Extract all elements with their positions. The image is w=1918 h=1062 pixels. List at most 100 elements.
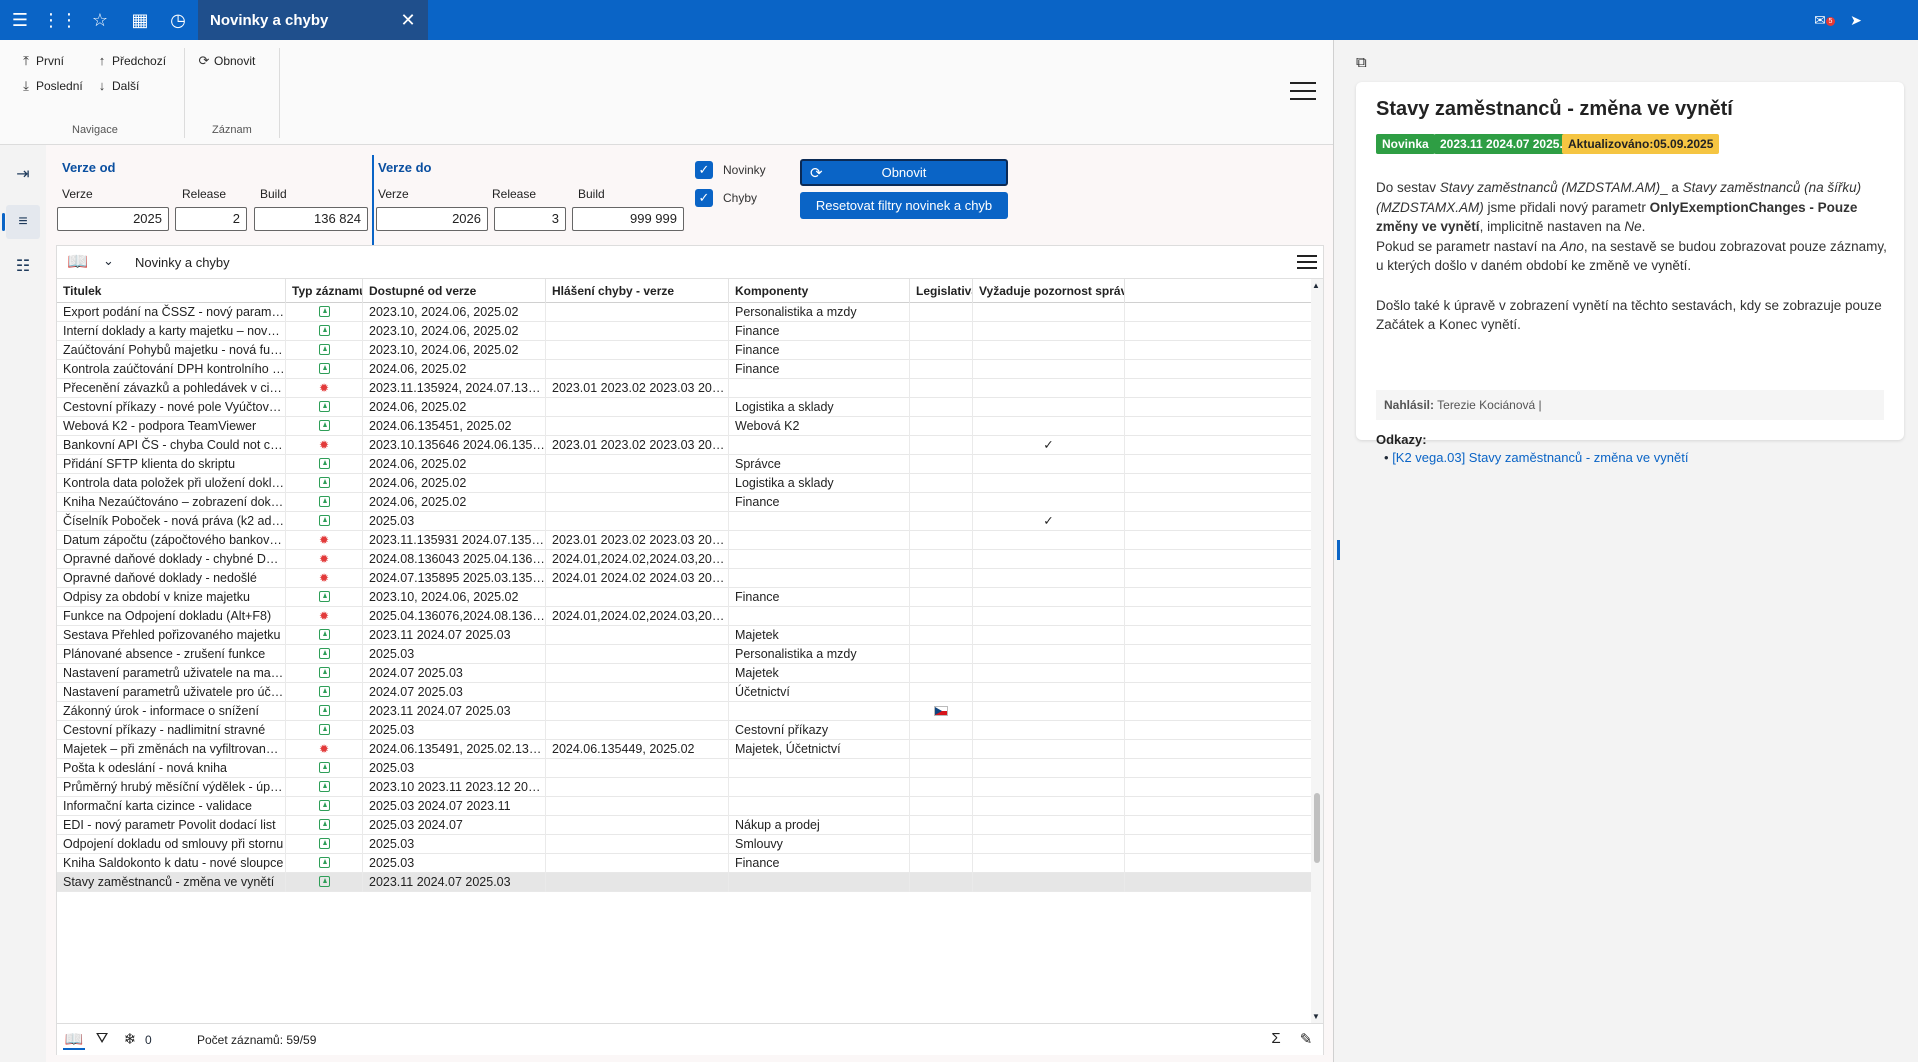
table-row[interactable]: Cestovní příkazy - nové pole Vyúčtování 2… xyxy=(57,398,1313,417)
table-row[interactable]: Kontrola zaúčtování DPH kontrolního hláš… xyxy=(57,360,1313,379)
checkbox-novinky[interactable]: ✓ xyxy=(695,161,713,179)
cell-bug-version xyxy=(546,683,729,702)
from-release-input[interactable]: 2 xyxy=(175,207,247,231)
cell-bug-version xyxy=(546,322,729,341)
table-row[interactable]: Webová K2 - podpora TeamViewer 2024.06.13… xyxy=(57,417,1313,436)
table-row[interactable]: Kniha Nezaúčtováno – zobrazení dokladů 20… xyxy=(57,493,1313,512)
apps-icon[interactable]: ⋮⋮ xyxy=(40,0,80,40)
table-row[interactable]: Funkce na Odpojení dokladu (Alt+F8) ✹ 2025… xyxy=(57,607,1313,626)
table-row[interactable]: Interní doklady a karty majetku – nová p… xyxy=(57,322,1313,341)
table-row[interactable]: Přecenění závazků a pohledávek v cizí mě… xyxy=(57,379,1313,398)
tab-novinky-a-chyby[interactable]: Novinky a chyby ✕ xyxy=(198,0,428,40)
book-icon[interactable]: 📖 xyxy=(63,1030,85,1050)
book-icon[interactable]: 📖 xyxy=(67,252,88,272)
bug-icon: ✹ xyxy=(318,381,330,395)
to-verze-input[interactable]: 2026 xyxy=(376,207,488,231)
col-header-dostupne[interactable]: Dostupné od verze xyxy=(363,279,546,303)
open-external-icon[interactable]: ⧉ xyxy=(1356,54,1367,71)
from-build-input[interactable]: 136 824 xyxy=(254,207,368,231)
table-row[interactable]: Majetek – při změnách na vyfiltrovaném s… xyxy=(57,740,1313,759)
table-row[interactable]: Opravné daňové doklady - nedošlé ✹ 2024.07… xyxy=(57,569,1313,588)
from-verze-input[interactable]: 2025 xyxy=(57,207,169,231)
collapse-panel-icon[interactable]: ⇥ xyxy=(6,157,40,191)
checkbox-chyby[interactable]: ✓ xyxy=(695,189,713,207)
to-build-input[interactable]: 999 999 xyxy=(572,207,684,231)
first-button[interactable]: ⤒ První xyxy=(20,53,64,69)
cell-attention xyxy=(973,873,1125,892)
refresh-button[interactable]: ⟳ Obnovit xyxy=(800,159,1008,186)
menu-icon[interactable]: ☰ xyxy=(0,0,40,40)
table-row[interactable]: Pošta k odeslání - nová kniha 2025.03 xyxy=(57,759,1313,778)
col-header-pozornost[interactable]: Vyžaduje pozornost správce xyxy=(973,279,1125,303)
cell-bug-version xyxy=(546,626,729,645)
table-row[interactable]: Zaúčtování Pohybů majetku - nová funkce 2… xyxy=(57,341,1313,360)
table-row[interactable]: EDI - nový parametr Povolit dodací list 2… xyxy=(57,816,1313,835)
detail-link[interactable]: [K2 vega.03] Stavy zaměstnanců - změna v… xyxy=(1392,450,1688,465)
arrow-right-icon[interactable]: ➤ xyxy=(1846,10,1866,30)
table-row[interactable]: Přidání SFTP klienta do skriptu 2024.06, … xyxy=(57,455,1313,474)
table-row[interactable]: Plánované absence - zrušení funkce 2025.0… xyxy=(57,645,1313,664)
table-row[interactable]: Cestovní příkazy - nadlimitní stravné 202… xyxy=(57,721,1313,740)
col-header-typ[interactable]: Typ záznamu xyxy=(286,279,363,303)
col-header-komponenty[interactable]: Komponenty xyxy=(729,279,910,303)
calendar-icon[interactable]: ▦ xyxy=(120,0,160,40)
grid-header: 📖 ⌄ Novinky a chyby xyxy=(57,246,1323,279)
splitter-handle[interactable] xyxy=(1337,540,1340,560)
previous-button[interactable]: ↑ Předchozí xyxy=(96,53,166,68)
table-row[interactable]: Nastavení parametrů uživatele na majetku… xyxy=(57,664,1313,683)
cell-attention xyxy=(973,645,1125,664)
edit-icon[interactable]: ✎ xyxy=(1295,1030,1317,1050)
close-icon[interactable]: ✕ xyxy=(398,10,418,30)
badge: Novinka xyxy=(1376,134,1435,154)
table-row[interactable]: Datum zápočtu (zápočtového bankovního vý… xyxy=(57,531,1313,550)
table-row[interactable]: Průměrný hrubý měsíční výdělek - úprava 2… xyxy=(57,778,1313,797)
cell-version: 2023.10 2023.11 2023.12 2024.06 2024.07 xyxy=(363,778,546,797)
news-icon xyxy=(318,762,330,773)
cell-legislation xyxy=(910,417,973,436)
scrollbar-thumb[interactable] xyxy=(1314,792,1320,863)
col-header-hlaseni[interactable]: Hlášení chyby - verze xyxy=(546,279,729,303)
cell-type xyxy=(286,664,363,683)
to-release-input[interactable]: 3 xyxy=(494,207,566,231)
reset-filters-button[interactable]: Resetovat filtry novinek a chyb xyxy=(800,192,1008,219)
table-row[interactable]: Sestava Přehled pořizovaného majetku 2023… xyxy=(57,626,1313,645)
records-view-icon[interactable]: ≡ xyxy=(2,205,40,239)
scroll-up-icon[interactable]: ▲ xyxy=(1312,281,1320,290)
table-row[interactable]: Zákonný úrok - informace o snížení 2023.1… xyxy=(57,702,1313,721)
table-row[interactable]: Informační karta cizince - validace 2025.… xyxy=(57,797,1313,816)
table-row[interactable]: Odpojení dokladu od smlouvy při stornu 20… xyxy=(57,835,1313,854)
refresh-record-button[interactable]: ⟳ Obnovit xyxy=(198,53,256,69)
filter-icon[interactable]: ⛛ xyxy=(91,1030,113,1050)
snowflake-icon[interactable]: ❄ xyxy=(119,1030,141,1050)
chevron-down-icon[interactable]: ⌄ xyxy=(103,253,114,269)
scroll-down-icon[interactable]: ▼ xyxy=(1312,1012,1320,1021)
cell-title: Informační karta cizince - validace xyxy=(57,797,286,816)
table-row[interactable]: Kniha Saldokonto k datu - nové sloupce 20… xyxy=(57,854,1313,873)
table-row[interactable]: Kontrola data položek při uložení doklad… xyxy=(57,474,1313,493)
vertical-scrollbar[interactable]: ▲ ▼ xyxy=(1311,279,1323,1023)
col-header-titulek[interactable]: Titulek xyxy=(57,279,286,303)
table-row[interactable]: Nastavení parametrů uživatele pro účetni… xyxy=(57,683,1313,702)
grid-menu-icon[interactable] xyxy=(1297,255,1317,273)
col-header-legislativa[interactable]: Legislativa xyxy=(910,279,973,303)
cell-attention xyxy=(973,664,1125,683)
table-row[interactable]: Stavy zaměstnanců - změna ve vynětí 2023.… xyxy=(57,873,1313,892)
star-icon[interactable]: ☆ xyxy=(80,0,120,40)
table-row[interactable]: Bankovní API ČS - chyba Could not connec… xyxy=(57,436,1313,455)
cell-legislation xyxy=(910,341,973,360)
sum-icon[interactable]: Σ xyxy=(1265,1030,1287,1050)
table-row[interactable]: Opravné daňové doklady - chybné DUZP ✹ 202… xyxy=(57,550,1313,569)
table-row[interactable]: Export podání na ČSSZ - nový parametr 202… xyxy=(57,303,1313,322)
panel-splitter[interactable] xyxy=(1333,40,1341,1062)
cell-bug-version xyxy=(546,797,729,816)
last-button[interactable]: ⤓ Poslední xyxy=(20,78,83,94)
cell-title: Sestava Přehled pořizovaného majetku xyxy=(57,626,286,645)
cell-components: Smlouvy xyxy=(729,835,910,854)
table-row[interactable]: Odpisy za období v knize majetku 2023.10,… xyxy=(57,588,1313,607)
cell-bug-version xyxy=(546,645,729,664)
history-icon[interactable]: ◷ xyxy=(158,0,198,40)
hamburger-menu-icon[interactable] xyxy=(1290,82,1316,100)
table-row[interactable]: Číselník Poboček - nová práva (k2 admin)… xyxy=(57,512,1313,531)
list-view-icon[interactable]: ☷ xyxy=(6,249,40,283)
next-button[interactable]: ↓ Další xyxy=(96,78,140,93)
